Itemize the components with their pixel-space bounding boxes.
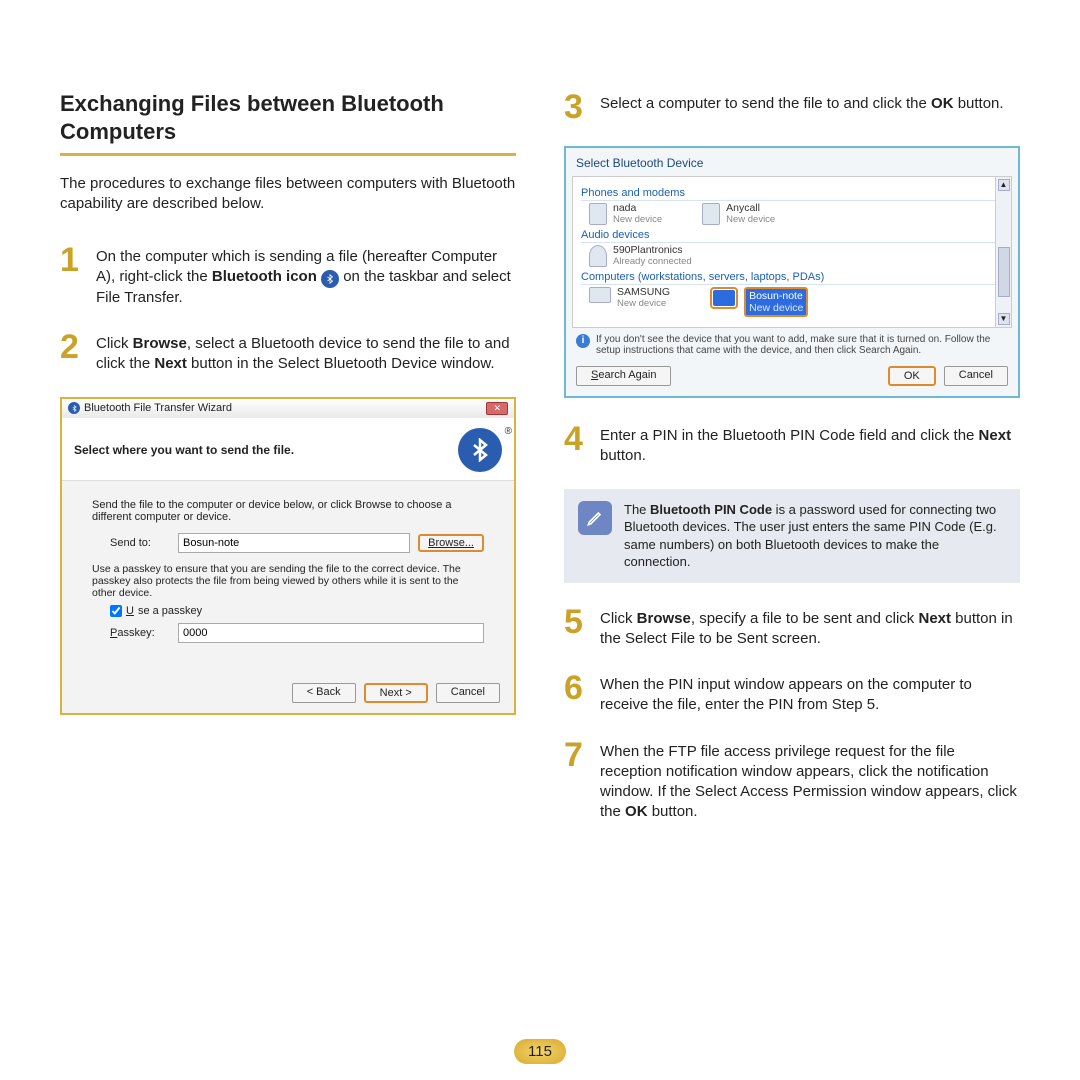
laptop-icon [713, 290, 735, 306]
browse-button[interactable]: Browse... [418, 534, 484, 552]
step-4: 4 Enter a PIN in the Bluetooth PIN Code … [564, 422, 1020, 467]
device-status: New device [726, 215, 775, 225]
note-text: The Bluetooth PIN Code is a password use… [624, 501, 1006, 571]
info-icon: i [576, 334, 590, 348]
step-6: 6 When the PIN input window appears on t… [564, 671, 1020, 716]
next-button[interactable]: Next > [364, 683, 428, 703]
ok-button[interactable]: OK [888, 366, 936, 386]
step-3: 3 Select a computer to send the file to … [564, 90, 1020, 124]
wizard-header: Select where you want to send the file. [62, 418, 514, 481]
bluetooth-icon [68, 402, 80, 414]
step-text: On the computer which is sending a file … [96, 243, 516, 309]
device-item-selected[interactable]: Bosun-note New device [710, 287, 808, 317]
wizard-description: Send the file to the computer or device … [92, 499, 484, 523]
step-number: 3 [564, 90, 590, 124]
device-highlight: Bosun-note New device [744, 287, 808, 317]
note-bold: Bluetooth PIN Code [650, 502, 772, 517]
device-name: Bosun-note [749, 290, 803, 302]
passkey-input[interactable] [178, 623, 484, 643]
search-again-button[interactable]: Search Again [576, 366, 671, 386]
device-status: New device [613, 215, 662, 225]
scroll-down-icon[interactable]: ▼ [998, 313, 1010, 325]
step-1-bold: Bluetooth icon [212, 268, 317, 285]
laptop-icon [589, 287, 611, 303]
scroll-up-icon[interactable]: ▲ [998, 179, 1010, 191]
wizard-title-text: Bluetooth File Transfer Wizard [84, 402, 232, 414]
wizard-body: Send the file to the computer or device … [62, 481, 514, 713]
device-name: 590Plantronics [613, 245, 692, 257]
step-text: Select a computer to send the file to an… [600, 90, 1004, 124]
cancel-button[interactable]: Cancel [436, 683, 500, 703]
step-number: 7 [564, 738, 590, 823]
heading-rule [60, 153, 516, 156]
step-5: 5 Click Browse, specify a file to be sen… [564, 605, 1020, 650]
info-text: If you don't see the device that you wan… [596, 334, 1008, 356]
device-status: Already connected [613, 257, 692, 267]
cancel-button[interactable]: Cancel [944, 366, 1008, 386]
use-passkey-underline: U [126, 605, 134, 617]
note-box: The Bluetooth PIN Code is a password use… [564, 489, 1020, 583]
phone-icon [702, 203, 720, 225]
send-to-input[interactable] [178, 533, 410, 553]
device-name: Anycall [726, 203, 775, 215]
intro-text: The procedures to exchange files between… [60, 174, 516, 215]
step-text: When the PIN input window appears on the… [600, 671, 1020, 716]
select-device-title: Select Bluetooth Device [572, 154, 1012, 176]
section-computers: Computers (workstations, servers, laptop… [581, 271, 1003, 285]
step-text: Click Browse, select a Bluetooth device … [96, 330, 516, 375]
select-device-list: Phones and modems nadaNew device Anycall… [572, 176, 1012, 328]
device-item[interactable]: nadaNew device [589, 203, 662, 225]
device-status: New device [749, 302, 803, 314]
wizard-header-text: Select where you want to send the file. [74, 443, 294, 457]
device-item[interactable]: AnycallNew device [702, 203, 775, 225]
device-name: SAMSUNG [617, 287, 670, 299]
step-number: 2 [60, 330, 86, 375]
send-to-label: Send to: [110, 537, 170, 549]
use-passkey-input[interactable] [110, 605, 122, 617]
pencil-icon [578, 501, 612, 535]
step-text: When the FTP file access privilege reque… [600, 738, 1020, 823]
step-text: Click Browse, specify a file to be sent … [600, 605, 1020, 650]
section-audio: Audio devices [581, 229, 1003, 243]
device-status: New device [617, 299, 670, 309]
step-number: 4 [564, 422, 590, 467]
scroll-thumb[interactable] [998, 247, 1010, 297]
section-phones: Phones and modems [581, 187, 1003, 201]
wizard-screenshot: Bluetooth File Transfer Wizard ✕ Select … [60, 397, 516, 715]
close-icon[interactable]: ✕ [486, 402, 508, 415]
passkey-note: Use a passkey to ensure that you are sen… [92, 563, 484, 599]
headset-icon [589, 245, 607, 267]
phone-icon [589, 203, 607, 225]
wizard-titlebar: Bluetooth File Transfer Wizard ✕ [62, 399, 514, 418]
use-passkey-checkbox[interactable]: Use a passkey [110, 605, 484, 617]
passkey-label: Passkey: [110, 627, 170, 639]
device-item[interactable]: 590PlantronicsAlready connected [589, 245, 692, 267]
step-text: Enter a PIN in the Bluetooth PIN Code fi… [600, 422, 1020, 467]
step-2: 2 Click Browse, select a Bluetooth devic… [60, 330, 516, 375]
back-button[interactable]: < Back [292, 683, 356, 703]
step-number: 5 [564, 605, 590, 650]
step-1: 1 On the computer which is sending a fil… [60, 243, 516, 309]
info-tip: i If you don't see the device that you w… [572, 334, 1012, 356]
bluetooth-icon [321, 270, 339, 288]
device-item[interactable]: SAMSUNGNew device [589, 287, 670, 317]
device-name: nada [613, 203, 662, 215]
step-number: 6 [564, 671, 590, 716]
bluetooth-icon [458, 428, 502, 472]
step-number: 1 [60, 243, 86, 309]
select-device-screenshot: Select Bluetooth Device Phones and modem… [564, 146, 1020, 398]
section-heading: Exchanging Files between Bluetooth Compu… [60, 90, 516, 145]
use-passkey-label: se a passkey [138, 605, 202, 617]
page-number: 115 [514, 1039, 566, 1064]
step-7: 7 When the FTP file access privilege req… [564, 738, 1020, 823]
scrollbar[interactable]: ▲ ▼ [995, 177, 1011, 327]
